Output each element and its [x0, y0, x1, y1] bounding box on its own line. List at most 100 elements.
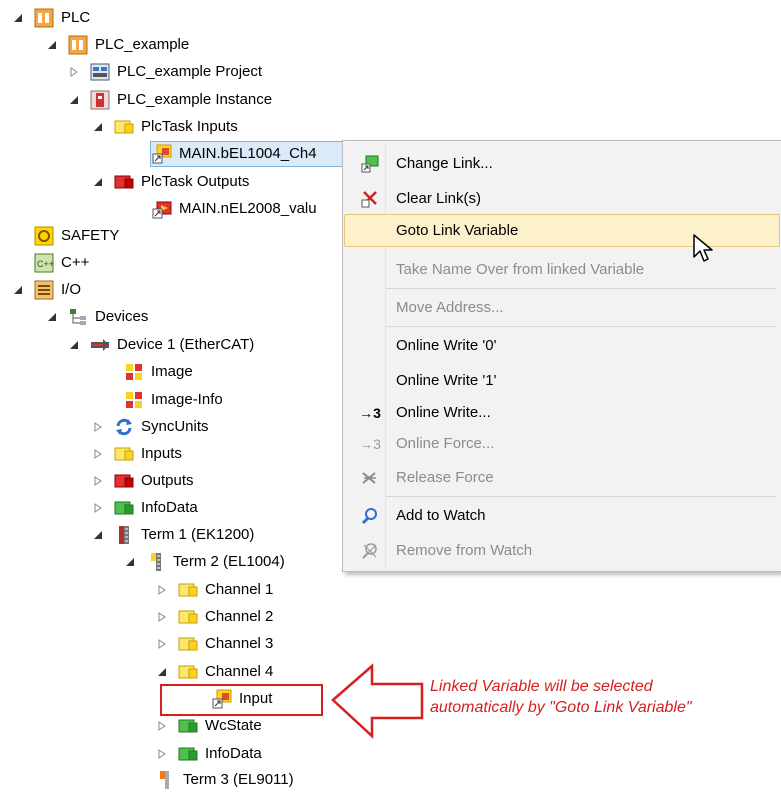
expanded-arrow-icon[interactable] — [68, 94, 80, 106]
expanded-arrow-icon[interactable] — [124, 556, 136, 568]
tree-node-term1[interactable]: Term 1 (EK1200) — [92, 521, 254, 548]
tree-node-main-output-var[interactable]: MAIN.nEL2008_valu — [152, 195, 317, 222]
expanded-arrow-icon[interactable] — [156, 666, 168, 678]
tree-label: MAIN.bEL1004_Ch4 — [179, 144, 317, 162]
tree-node-plc-project[interactable]: PLC_example Project — [68, 58, 262, 85]
infodata-folder-icon — [178, 716, 198, 736]
menu-item-label: Online Write '1' — [396, 372, 497, 389]
linked-variable-icon — [212, 689, 232, 709]
menu-item-label: Online Write... — [396, 404, 491, 421]
tree-node-image-info[interactable]: Image-Info — [124, 386, 223, 413]
menu-item-label: Take Name Over from linked Variable — [396, 261, 645, 278]
tree-node-cpp[interactable]: C++ C++ — [34, 249, 89, 276]
tree-label: SAFETY — [61, 226, 120, 244]
menu-item-online-write[interactable]: →3 Online Write... — [343, 395, 781, 430]
collapsed-arrow-icon[interactable] — [92, 475, 104, 487]
tree-node-devices[interactable]: Devices — [46, 303, 148, 330]
menu-item-label: Goto Link Variable — [396, 222, 519, 239]
collapsed-arrow-icon[interactable] — [156, 720, 168, 732]
tree-node-term2[interactable]: Term 2 (EL1004) — [124, 548, 285, 575]
tree-label: PLC_example Project — [117, 62, 263, 80]
safety-icon — [34, 226, 54, 246]
ethercat-icon — [90, 335, 110, 355]
tree-node-plc-instance[interactable]: PLC_example Instance — [68, 86, 272, 113]
menu-item-release-force[interactable]: Release Force — [343, 460, 781, 495]
annotation-callout: Linked Variable will be selected automat… — [430, 676, 692, 718]
expanded-arrow-icon[interactable] — [92, 529, 104, 541]
tree-label: MAIN.nEL2008_valu — [179, 199, 317, 217]
tree-node-inputs[interactable]: Inputs — [92, 440, 182, 467]
tree-node-plctask-outputs[interactable]: PlcTask Outputs — [92, 168, 249, 195]
menu-item-add-to-watch[interactable]: Add to Watch — [343, 498, 781, 533]
tree-label: Channel 2 — [205, 607, 274, 625]
menu-item-online-force[interactable]: →3 Online Force... — [343, 426, 781, 461]
menu-item-move-address[interactable]: Move Address... — [343, 290, 781, 325]
tree-node-plc[interactable]: PLC — [12, 4, 90, 31]
tree-node-plc-example[interactable]: PLC_example — [46, 31, 189, 58]
tree-label: Channel 4 — [205, 662, 274, 680]
menu-item-remove-from-watch[interactable]: Remove from Watch — [343, 533, 781, 568]
expanded-arrow-icon[interactable] — [46, 311, 58, 323]
tree-node-outputs[interactable]: Outputs — [92, 467, 194, 494]
tree-label: InfoData — [205, 744, 262, 762]
tree-node-infodata-term2[interactable]: InfoData — [156, 740, 262, 767]
clear-link-icon — [359, 188, 381, 210]
tree-label: Term 2 (EL1004) — [173, 552, 285, 570]
tree-label: Device 1 (EtherCAT) — [117, 335, 255, 353]
collapsed-arrow-icon[interactable] — [156, 748, 168, 760]
menu-item-label: Remove from Watch — [396, 542, 533, 559]
tree-label: PLC — [61, 8, 91, 26]
collapsed-arrow-icon[interactable] — [92, 448, 104, 460]
tree-label: Channel 3 — [205, 634, 274, 652]
tree-label: Devices — [95, 307, 149, 325]
expanded-arrow-icon[interactable] — [92, 121, 104, 133]
tree-node-infodata[interactable]: InfoData — [92, 494, 198, 521]
tree-node-plctask-inputs[interactable]: PlcTask Inputs — [92, 113, 238, 140]
expanded-arrow-icon[interactable] — [92, 176, 104, 188]
collapsed-arrow-icon[interactable] — [156, 638, 168, 650]
tree-node-channel2[interactable]: Channel 2 — [156, 603, 273, 630]
tree-node-channel3[interactable]: Channel 3 — [156, 630, 273, 657]
menu-item-change-link[interactable]: Change Link... — [343, 146, 781, 181]
cpp-icon: C++ — [34, 253, 54, 273]
callout-line-2: automatically by "Goto Link Variable" — [430, 699, 692, 716]
expanded-arrow-icon[interactable] — [46, 39, 58, 51]
tree-label: PlcTask Outputs — [141, 172, 250, 190]
tree-node-image[interactable]: Image — [124, 358, 193, 385]
expanded-arrow-icon[interactable] — [12, 12, 24, 24]
tree-label: PlcTask Inputs — [141, 117, 238, 135]
online-write-icon: →3 — [359, 404, 381, 421]
tree-node-safety[interactable]: SAFETY — [34, 222, 119, 249]
tree-node-channel1[interactable]: Channel 1 — [156, 576, 273, 603]
tree-node-io[interactable]: I/O — [12, 276, 81, 303]
tree-label: InfoData — [141, 498, 198, 516]
menu-item-take-name-over[interactable]: Take Name Over from linked Variable — [343, 252, 781, 287]
menu-item-clear-links[interactable]: Clear Link(s) — [343, 181, 781, 216]
tree-node-input[interactable]: Input — [212, 685, 272, 712]
collapsed-arrow-icon[interactable] — [92, 502, 104, 514]
menu-item-goto-link-variable[interactable]: Goto Link Variable — [343, 213, 781, 248]
collapsed-arrow-icon[interactable] — [68, 66, 80, 78]
mouse-cursor-icon — [693, 234, 713, 262]
io-icon — [34, 280, 54, 300]
menu-item-online-write-1[interactable]: Online Write '1' — [343, 363, 781, 398]
menu-item-online-write-0[interactable]: Online Write '0' — [343, 328, 781, 363]
tree-label: Input — [239, 689, 273, 707]
infodata-folder-icon — [114, 498, 134, 518]
input-folder-icon — [178, 662, 198, 682]
menu-item-label: Clear Link(s) — [396, 190, 482, 207]
collapsed-arrow-icon[interactable] — [92, 421, 104, 433]
tree-node-device1[interactable]: Device 1 (EtherCAT) — [68, 331, 254, 358]
tree-label: I/O — [61, 280, 82, 298]
tree-node-term3[interactable]: Term 3 (EL9011) — [156, 766, 294, 793]
instance-icon — [90, 90, 110, 110]
tree-node-syncunits[interactable]: SyncUnits — [92, 413, 209, 440]
tree-node-channel4[interactable]: Channel 4 — [156, 658, 273, 685]
collapsed-arrow-icon[interactable] — [156, 584, 168, 596]
context-menu: Change Link... Clear Link(s) Goto Link V… — [342, 140, 781, 572]
expanded-arrow-icon[interactable] — [12, 284, 24, 296]
tree-node-main-input-var[interactable]: MAIN.bEL1004_Ch4 — [152, 140, 317, 167]
expanded-arrow-icon[interactable] — [68, 339, 80, 351]
tree-node-wcstate[interactable]: WcState — [156, 712, 262, 739]
collapsed-arrow-icon[interactable] — [156, 611, 168, 623]
